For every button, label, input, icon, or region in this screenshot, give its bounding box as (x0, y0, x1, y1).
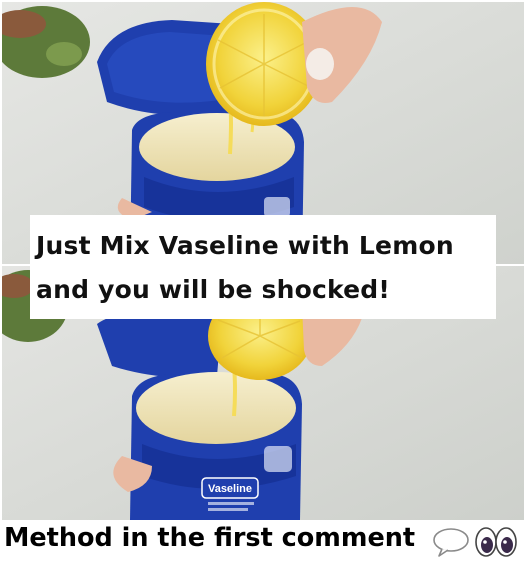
footer-text: Method in the first comment (4, 523, 416, 553)
speech-bubble-icon (432, 527, 470, 561)
jar-brand-label: Vaseline (208, 483, 252, 495)
eyes-icon (474, 526, 518, 562)
caption-line-2: and you will be shocked! (36, 275, 390, 304)
footer: Method in the first comment (0, 520, 526, 567)
caption-box: Just Mix Vaseline with Lemon and you wil… (30, 215, 496, 319)
caption-line-1: Just Mix Vaseline with Lemon (36, 231, 454, 260)
